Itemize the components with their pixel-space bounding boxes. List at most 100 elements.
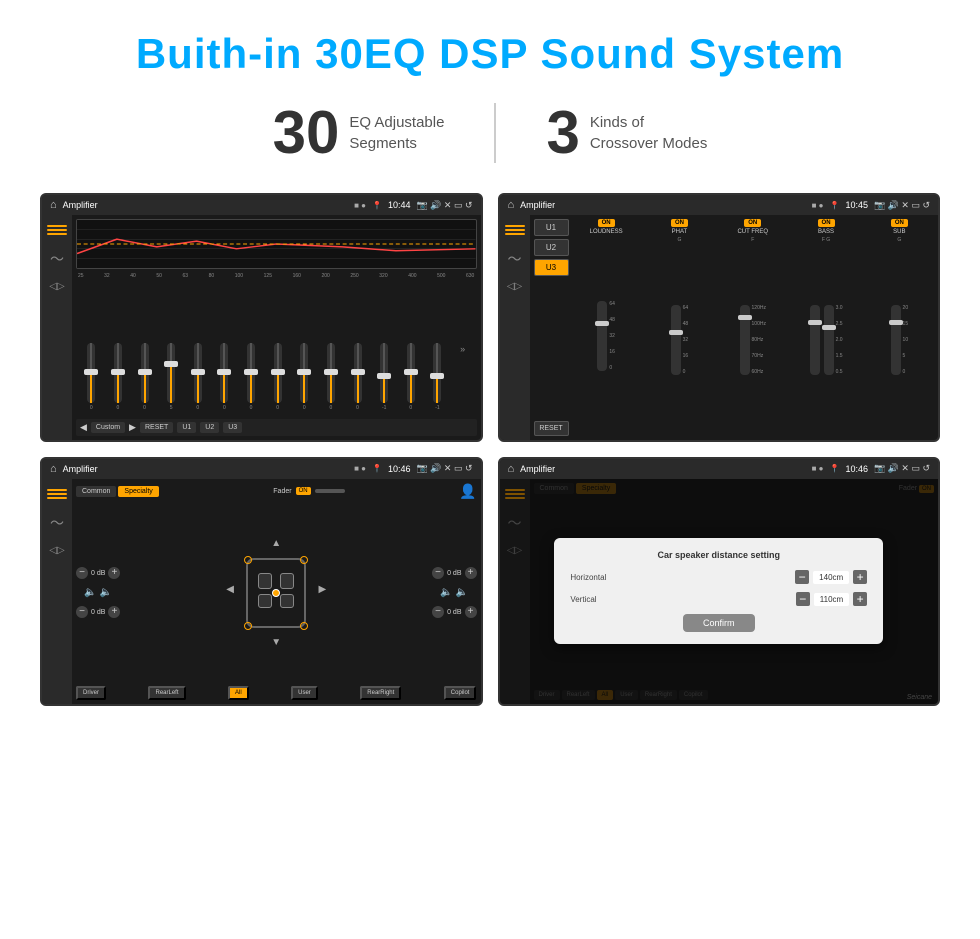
specialty-home-icon[interactable]: ⌂ bbox=[50, 463, 57, 475]
dialog-vertical-row: Vertical − 110cm + bbox=[570, 592, 867, 606]
cutfreq-slider[interactable] bbox=[740, 305, 750, 375]
fader-row: Fader ON bbox=[273, 487, 344, 495]
crossover-sidebar-wave[interactable]: 〜 bbox=[508, 249, 522, 269]
car-diagram-container: ◀ ▶ ▲ ▼ bbox=[236, 548, 316, 638]
dialog-status-icons: 📷 🔊 ✕ ▭ ↺ bbox=[874, 463, 930, 474]
phat-slider[interactable] bbox=[671, 305, 681, 375]
crossover-reset-btn[interactable]: RESET bbox=[534, 421, 569, 436]
dialog-home-icon[interactable]: ⌂ bbox=[508, 463, 515, 475]
specialty-sidebar: 〜 ◁▷ bbox=[42, 479, 72, 704]
eq-prev[interactable]: ◀ bbox=[80, 422, 87, 433]
vertical-value: 110cm bbox=[814, 593, 849, 606]
eq-next[interactable]: ▶ bbox=[129, 422, 136, 433]
eq-u2-btn[interactable]: U2 bbox=[200, 422, 219, 433]
bass-label: BASS bbox=[818, 229, 834, 235]
dialog-vertical-label: Vertical bbox=[570, 595, 620, 604]
eq-slider-13: 0 bbox=[407, 341, 415, 411]
seat-rl bbox=[258, 594, 272, 608]
left-db1-minus[interactable]: − bbox=[76, 567, 88, 579]
specialty-screen: ⌂ Amplifier ■ ● 📍 10:46 📷 🔊 ✕ ▭ ↺ 〜 ◁▷ C… bbox=[40, 457, 483, 706]
cutfreq-label: CUT FREQ bbox=[737, 229, 768, 235]
crossover-channels: ON LOUDNESS 64 48 32 16 0 bbox=[572, 219, 935, 436]
specialty-content: 〜 ◁▷ Common Specialty Fader ON 👤 bbox=[42, 479, 481, 704]
bottom-driver[interactable]: Driver bbox=[76, 686, 106, 700]
bass-slider2[interactable] bbox=[824, 305, 834, 375]
tab-common[interactable]: Common bbox=[76, 486, 116, 497]
loudness-toggle[interactable]: ON bbox=[598, 219, 615, 227]
dialog-time: 10:46 bbox=[845, 464, 868, 474]
crossover-u3-btn[interactable]: U3 bbox=[534, 259, 569, 276]
right-db2-plus[interactable]: + bbox=[465, 606, 477, 618]
specialty-tabs: Common Specialty bbox=[76, 486, 159, 497]
bottom-user[interactable]: User bbox=[291, 686, 318, 700]
speaker-distance-dialog: Car speaker distance setting Horizontal … bbox=[554, 538, 883, 644]
eq-u3-btn[interactable]: U3 bbox=[223, 422, 242, 433]
eq-time: 10:44 bbox=[388, 200, 411, 210]
arrow-left: ◀ bbox=[226, 584, 234, 595]
eq-slider-6: 0 bbox=[220, 341, 228, 411]
specialty-status-bar: ⌂ Amplifier ■ ● 📍 10:46 📷 🔊 ✕ ▭ ↺ bbox=[42, 459, 481, 479]
vertical-plus[interactable]: + bbox=[853, 592, 867, 606]
home-icon[interactable]: ⌂ bbox=[50, 199, 57, 211]
specialty-sidebar-vol[interactable]: ◁▷ bbox=[49, 545, 64, 556]
crossover-u2-btn[interactable]: U2 bbox=[534, 239, 569, 256]
cutfreq-toggle[interactable]: ON bbox=[744, 219, 761, 227]
eq-u1-btn[interactable]: U1 bbox=[177, 422, 196, 433]
specialty-sidebar-wave[interactable]: 〜 bbox=[50, 513, 64, 533]
dialog-content: 〜 ◁▷ Common Specialty Fader ON Driver R bbox=[500, 479, 939, 704]
arrow-up: ▲ bbox=[271, 538, 281, 549]
specialty-sidebar-eq[interactable] bbox=[47, 487, 67, 501]
left-db2-plus[interactable]: + bbox=[108, 606, 120, 618]
dialog-horizontal-label: Horizontal bbox=[570, 573, 620, 582]
crossover-sidebar-eq[interactable] bbox=[505, 223, 525, 237]
bottom-all[interactable]: All bbox=[228, 686, 249, 700]
crossover-sidebar-vol[interactable]: ◁▷ bbox=[507, 281, 522, 292]
seat-fr bbox=[280, 573, 294, 589]
bottom-rearleft[interactable]: RearLeft bbox=[148, 686, 185, 700]
right-db1-plus[interactable]: + bbox=[465, 567, 477, 579]
crossover-status-bar: ⌂ Amplifier ■ ● 📍 10:45 📷 🔊 ✕ ▭ ↺ bbox=[500, 195, 939, 215]
specialty-status-icons: 📷 🔊 ✕ ▭ ↺ bbox=[417, 463, 473, 474]
bass-slider1[interactable] bbox=[810, 305, 820, 375]
right-db2-minus[interactable]: − bbox=[432, 606, 444, 618]
crossover-location-icon: 📍 bbox=[830, 201, 840, 210]
channel-sub: ON SUB G 20 15 10 5 0 bbox=[865, 219, 934, 436]
stat-crossover: 3 Kinds of Crossover Modes bbox=[496, 103, 757, 163]
loudness-slider[interactable] bbox=[597, 301, 607, 371]
page-title: Buith-in 30EQ DSP Sound System bbox=[20, 30, 960, 78]
crossover-home-icon[interactable]: ⌂ bbox=[508, 199, 515, 211]
phat-toggle[interactable]: ON bbox=[671, 219, 688, 227]
left-db1-plus[interactable]: + bbox=[108, 567, 120, 579]
specialty-icons: ■ ● bbox=[354, 464, 366, 473]
channel-phat: ON PHAT G 64 48 32 16 bbox=[645, 219, 714, 436]
eq-reset-btn[interactable]: RESET bbox=[140, 422, 173, 433]
eq-sidebar-equalizer[interactable] bbox=[47, 223, 67, 237]
crossover-u-buttons: U1 U2 U3 RESET bbox=[534, 219, 569, 436]
right-db-controls: − 0 dB + 🔈 🔈 − 0 dB + bbox=[432, 503, 476, 683]
eq-sidebar-volume[interactable]: ◁▷ bbox=[49, 281, 64, 292]
crossover-time: 10:45 bbox=[845, 200, 868, 210]
tab-specialty[interactable]: Specialty bbox=[118, 486, 158, 497]
fader-slider[interactable] bbox=[315, 489, 345, 493]
vertical-minus[interactable]: − bbox=[796, 592, 810, 606]
eq-sidebar-wave[interactable]: 〜 bbox=[50, 249, 64, 269]
loudness-label: LOUDNESS bbox=[590, 229, 623, 235]
left-db2-minus[interactable]: − bbox=[76, 606, 88, 618]
bottom-rearright[interactable]: RearRight bbox=[360, 686, 401, 700]
eq-bottom-bar: ◀ Custom ▶ RESET U1 U2 U3 bbox=[76, 419, 477, 436]
bass-toggle[interactable]: ON bbox=[818, 219, 835, 227]
balance-center-dot[interactable] bbox=[272, 589, 280, 597]
horizontal-minus[interactable]: − bbox=[795, 570, 809, 584]
sub-toggle[interactable]: ON bbox=[891, 219, 908, 227]
car-body bbox=[246, 558, 306, 628]
right-db1-minus[interactable]: − bbox=[432, 567, 444, 579]
bottom-copilot[interactable]: Copilot bbox=[444, 686, 477, 700]
confirm-button[interactable]: Confirm bbox=[683, 614, 755, 632]
eq-preset-custom[interactable]: Custom bbox=[91, 422, 125, 433]
eq-slider-8: 0 bbox=[274, 341, 282, 411]
crossover-u1-btn[interactable]: U1 bbox=[534, 219, 569, 236]
horizontal-plus[interactable]: + bbox=[853, 570, 867, 584]
right-db-row-2: − 0 dB + bbox=[432, 606, 476, 618]
sub-slider[interactable] bbox=[891, 305, 901, 375]
eq-slider-5: 0 bbox=[194, 341, 202, 411]
